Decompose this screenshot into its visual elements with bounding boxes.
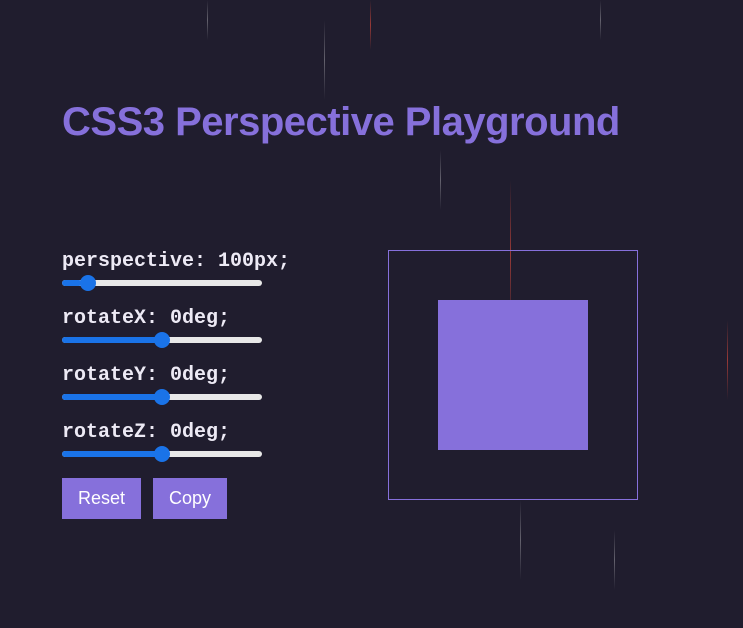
copy-button[interactable]: Copy	[153, 478, 227, 519]
rotatex-control: rotateX: 0deg;	[62, 307, 342, 348]
bg-line-decoration	[207, 0, 208, 40]
rotatey-slider[interactable]	[62, 394, 262, 400]
button-group: Reset Copy	[62, 478, 342, 519]
slider-wrapper	[62, 275, 262, 291]
output-preview-box	[438, 300, 588, 450]
perspective-control: perspective: 100px;	[62, 250, 342, 291]
settings-panel: perspective: 100px; rotateX: 0deg; rotat…	[62, 250, 342, 519]
perspective-label: perspective: 100px;	[62, 250, 342, 273]
bg-line-decoration	[370, 0, 371, 50]
bg-line-decoration	[324, 20, 325, 100]
perspective-slider[interactable]	[62, 280, 262, 286]
rotatex-label: rotateX: 0deg;	[62, 307, 342, 330]
rotatez-slider[interactable]	[62, 451, 262, 457]
bg-line-decoration	[440, 150, 441, 210]
bg-line-decoration	[727, 320, 728, 400]
rotatex-slider[interactable]	[62, 337, 262, 343]
reset-button[interactable]: Reset	[62, 478, 141, 519]
page-title: CSS3 Perspective Playground	[62, 100, 620, 145]
bg-line-decoration	[520, 500, 521, 580]
rotatey-label: rotateY: 0deg;	[62, 364, 342, 387]
bg-line-decoration	[614, 530, 615, 590]
output-preview-container	[388, 250, 638, 500]
rotatez-label: rotateZ: 0deg;	[62, 421, 342, 444]
slider-wrapper	[62, 389, 262, 405]
slider-wrapper	[62, 332, 262, 348]
bg-line-decoration	[600, 0, 601, 40]
rotatez-control: rotateZ: 0deg;	[62, 421, 342, 462]
slider-wrapper	[62, 446, 262, 462]
rotatey-control: rotateY: 0deg;	[62, 364, 342, 405]
